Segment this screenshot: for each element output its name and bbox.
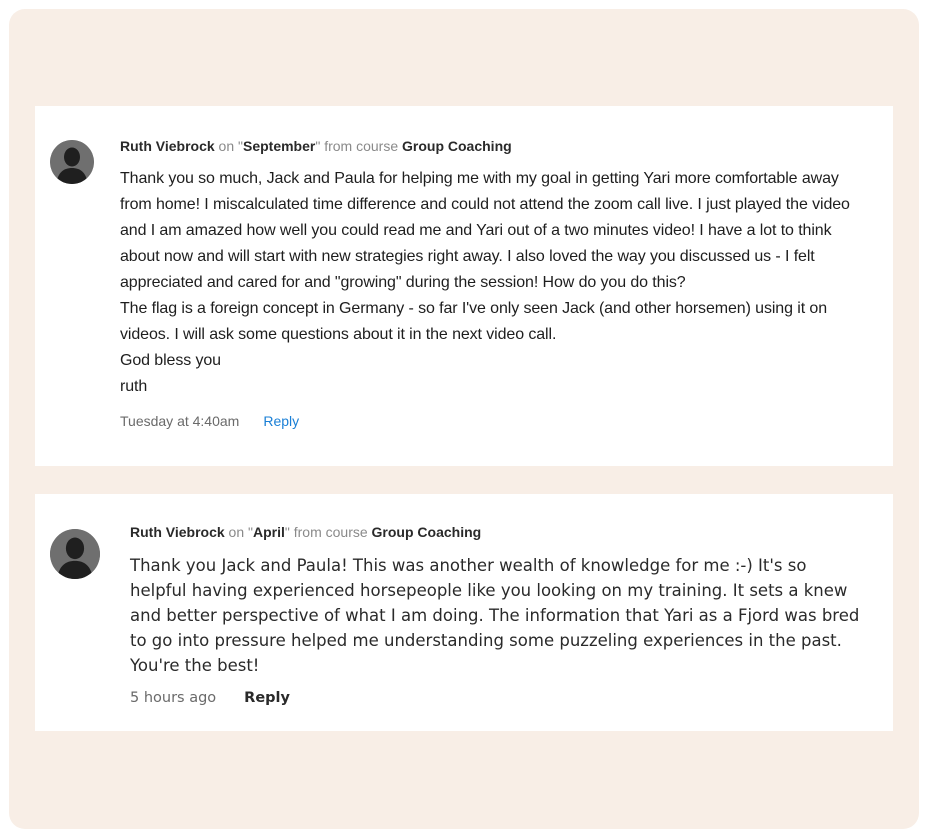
comment-timestamp: Tuesday at 4:40am xyxy=(120,413,240,429)
comment-meta: Ruth Viebrock on "September" from course… xyxy=(120,136,863,156)
lesson-link[interactable]: April xyxy=(253,524,285,540)
comment-footer: 5 hours ago Reply xyxy=(130,688,863,708)
comment-footer: Tuesday at 4:40am Reply xyxy=(120,411,863,431)
meta-on-text: on " xyxy=(214,138,243,154)
author-name[interactable]: Ruth Viebrock xyxy=(130,524,225,540)
comment-text: Thank you Jack and Paula! This was anoth… xyxy=(130,556,860,675)
user-silhouette-icon[interactable] xyxy=(50,529,100,579)
comment-card: Ruth Viebrock on "September" from course… xyxy=(35,106,893,466)
meta-on-text: on " xyxy=(224,524,253,540)
course-link[interactable]: Group Coaching xyxy=(372,524,482,540)
lesson-link[interactable]: September xyxy=(243,138,315,154)
comment-text: Thank you so much, Jack and Paula for he… xyxy=(120,170,850,395)
comment-card: Ruth Viebrock on "April" from course Gro… xyxy=(35,494,893,731)
meta-from-text: " from course xyxy=(315,138,403,154)
comment-timestamp: 5 hours ago xyxy=(130,690,217,706)
author-name[interactable]: Ruth Viebrock xyxy=(120,138,215,154)
user-silhouette-icon[interactable] xyxy=(50,140,94,184)
reply-button[interactable]: Reply xyxy=(263,413,299,429)
meta-from-text: " from course xyxy=(284,524,372,540)
reply-button[interactable]: Reply xyxy=(244,690,290,706)
course-link[interactable]: Group Coaching xyxy=(402,138,512,154)
comment-meta: Ruth Viebrock on "April" from course Gro… xyxy=(130,522,863,542)
